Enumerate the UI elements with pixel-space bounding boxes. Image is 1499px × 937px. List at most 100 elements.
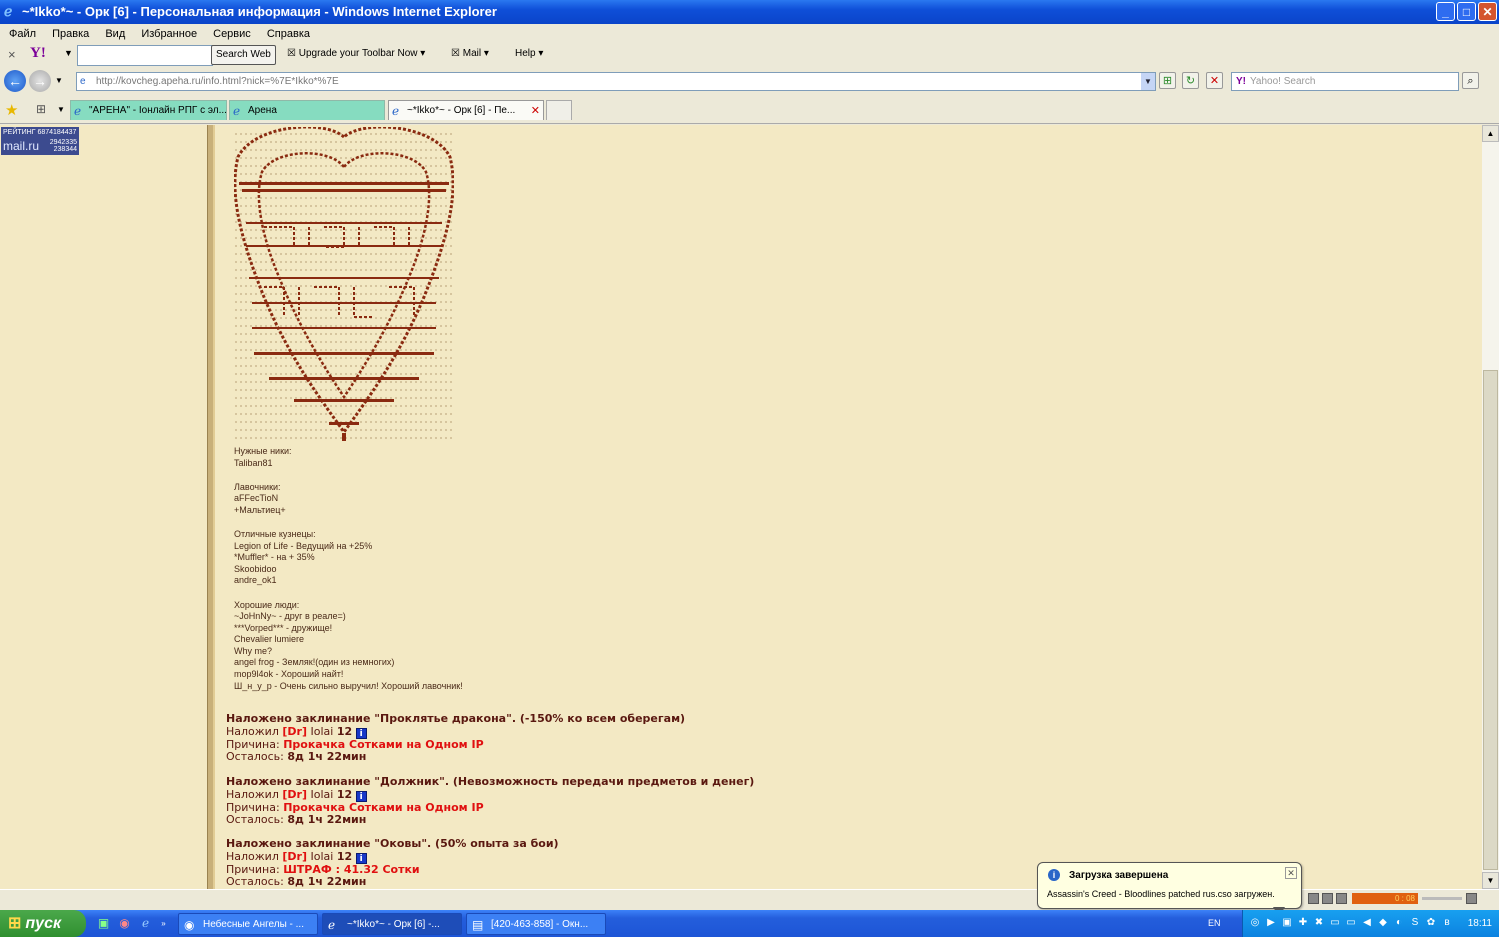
minimize-button[interactable]: _ [1436, 2, 1455, 21]
volume-slider[interactable] [1422, 897, 1462, 900]
balloon-close-icon[interactable]: ✕ [1285, 867, 1297, 879]
caster-clan-link[interactable]: [Dr] [282, 725, 307, 738]
media-player-bar: 0 : 08 [1300, 893, 1480, 907]
caster-clan-link[interactable]: [Dr] [282, 788, 307, 801]
start-label: пуск [25, 915, 62, 932]
quicklaunch-ie-icon[interactable]: ℯ [138, 916, 153, 931]
caster-name[interactable]: Iolai [311, 788, 334, 801]
menu-bar: Файл Правка Вид Избранное Сервис Справка [0, 25, 1499, 44]
tray-bluetooth-icon[interactable]: ʙ [1441, 917, 1453, 929]
tab-list-dropdown-icon[interactable]: ▼ [57, 105, 65, 114]
maximize-button[interactable]: □ [1457, 2, 1476, 21]
caster-name[interactable]: Iolai [311, 850, 334, 863]
quicklaunch-icq-icon[interactable]: ▣ [96, 916, 111, 931]
clock[interactable]: 18:11 [1468, 918, 1492, 929]
checkbox-icon: ☒ [287, 48, 299, 59]
taskbar-button-firefox[interactable]: ◉ Небесные Ангелы - ... [178, 913, 318, 935]
stop-icon[interactable]: ✕ [1206, 72, 1223, 89]
tab-profile-active[interactable]: ℯ ~*Ikko*~ - Орк [6] - Пе... ✕ [388, 100, 544, 120]
media-menu-icon[interactable] [1466, 893, 1477, 904]
media-play-icon[interactable] [1322, 893, 1333, 904]
mail-button[interactable]: ☒ Mail ▾ [451, 48, 489, 59]
start-button[interactable]: ⊞ пуск [0, 910, 86, 937]
counter-rating: РЕЙТИНГ 6874184437 [3, 129, 77, 136]
tab-arena[interactable]: ℯ Арена [229, 100, 385, 120]
menu-favorites[interactable]: Избранное [141, 25, 197, 43]
tray-monitor-icon[interactable]: ▭ [1345, 917, 1357, 929]
shopkeeper: aFFecTioN [234, 493, 279, 503]
ie-tab-icon: ℯ [233, 104, 241, 118]
url-field[interactable]: e http://kovcheg.apeha.ru/info.html?nick=… [76, 72, 1156, 91]
back-button[interactable]: ← [4, 70, 26, 92]
yahoo-search-input[interactable] [77, 45, 213, 66]
toolbar-close-icon[interactable]: × [8, 47, 16, 62]
new-tab-button[interactable] [546, 100, 572, 120]
favorites-star-icon[interactable]: ★ [5, 101, 18, 119]
forward-button[interactable]: → [29, 70, 51, 92]
spell-time-left: 8д 1ч 22мин [287, 750, 367, 763]
tray-update-icon[interactable]: ◐ [1393, 917, 1405, 929]
scroll-up-icon[interactable]: ▲ [1482, 125, 1499, 142]
good-person: angel frog - Земляк!(один из немногих) [234, 657, 395, 667]
scroll-down-icon[interactable]: ▼ [1482, 872, 1499, 889]
media-prev-icon[interactable] [1308, 893, 1319, 904]
help-button[interactable]: Help ▾ [515, 48, 543, 59]
yahoo-search-box[interactable]: Y! Yahoo! Search [1231, 72, 1459, 91]
quicklaunch-opera-icon[interactable]: ◉ [117, 916, 132, 931]
menu-edit[interactable]: Правка [52, 25, 89, 43]
compat-view-icon[interactable]: ⊞ [1159, 72, 1176, 89]
yahoo-logo-icon[interactable]: Y! [30, 45, 46, 62]
tab-bar: ★ ⊞ ▼ ℯ "АРЕНА" - Iонлайн РПГ с эл... ℯ Ар… [0, 97, 1499, 124]
caster-name[interactable]: Iolai [311, 725, 334, 738]
caster-clan-link[interactable]: [Dr] [282, 850, 307, 863]
quicklaunch-more-icon[interactable]: » [156, 916, 171, 931]
search-go-icon[interactable]: ⌕ [1462, 72, 1479, 89]
tab-label: ~*Ikko*~ - Орк [6] - Пе... [407, 105, 516, 116]
caster-level: 12 [336, 787, 353, 801]
quick-tabs-icon[interactable]: ⊞ [36, 102, 46, 116]
good-person: ~JoHnNy~ - друг в реале=) [234, 611, 346, 621]
close-button[interactable]: ✕ [1478, 2, 1497, 21]
tray-shield-icon[interactable]: ◆ [1377, 917, 1389, 929]
taskbar-button-qip[interactable]: ▤ [420-463-858] - Окн... [466, 913, 606, 935]
tray-flower-icon[interactable]: ✿ [1425, 917, 1437, 929]
mailru-counter[interactable]: РЕЙТИНГ 6874184437 mail.ru 2942335 23834… [1, 127, 79, 155]
refresh-icon[interactable]: ↻ [1182, 72, 1199, 89]
url-dropdown-icon[interactable]: ▼ [1141, 73, 1155, 90]
search-web-button[interactable]: Search Web [211, 45, 276, 65]
menu-file[interactable]: Файл [9, 25, 36, 43]
tray-display-icon[interactable]: ▭ [1329, 917, 1341, 929]
tray-volume-icon[interactable]: ◀ [1361, 917, 1373, 929]
taskbar-button-label: [420-463-858] - Окн... [491, 919, 589, 930]
spell-time-left: 8д 1ч 22мин [287, 875, 367, 888]
tray-skype-icon[interactable]: S [1409, 917, 1421, 929]
media-next-icon[interactable] [1336, 893, 1347, 904]
tab-arena-online[interactable]: ℯ "АРЕНА" - Iонлайн РПГ с эл... [70, 100, 227, 120]
chevron-down-icon[interactable]: ▼ [64, 48, 73, 58]
tray-tool-icon[interactable]: ✖ [1313, 917, 1325, 929]
ie-icon: ℯ [328, 918, 336, 932]
balloon-title: Загрузка завершена [1069, 870, 1169, 881]
menu-view[interactable]: Вид [105, 25, 125, 43]
menu-tools[interactable]: Сервис [213, 25, 251, 43]
spell-reason: Прокачка Сотками на Одном IP [283, 737, 484, 751]
tray-antivirus-icon[interactable]: ✚ [1297, 917, 1309, 929]
firefox-icon: ◉ [184, 918, 195, 932]
tray-network-icon[interactable]: ◎ [1249, 917, 1261, 929]
tab-close-icon[interactable]: ✕ [531, 101, 540, 120]
tray-media-icon[interactable]: ▶ [1265, 917, 1277, 929]
vertical-scrollbar[interactable]: ▲ ▼ [1482, 125, 1499, 889]
spell-left-label: Осталось: [226, 875, 284, 888]
history-dropdown-icon[interactable]: ▼ [55, 76, 63, 85]
language-indicator[interactable]: EN [1208, 918, 1221, 928]
search-placeholder: Yahoo! Search [1250, 76, 1316, 87]
taskbar-button-ie[interactable]: ℯ ~*Ikko*~ - Орк [6] -... [322, 913, 462, 935]
tray-download-icon[interactable]: ▣ [1281, 917, 1293, 929]
yahoo-small-logo-icon: Y! [1236, 76, 1246, 87]
download-complete-balloon[interactable]: i Загрузка завершена Assassin's Creed - … [1037, 862, 1302, 917]
upgrade-toolbar-button[interactable]: ☒ Upgrade your Toolbar Now ▾ [287, 48, 425, 59]
scroll-thumb[interactable] [1483, 370, 1498, 870]
menu-help[interactable]: Справка [267, 25, 310, 43]
needed-nicks-title: Нужные ники: [234, 446, 292, 456]
tab-label: "АРЕНА" - Iонлайн РПГ с эл... [89, 105, 227, 116]
